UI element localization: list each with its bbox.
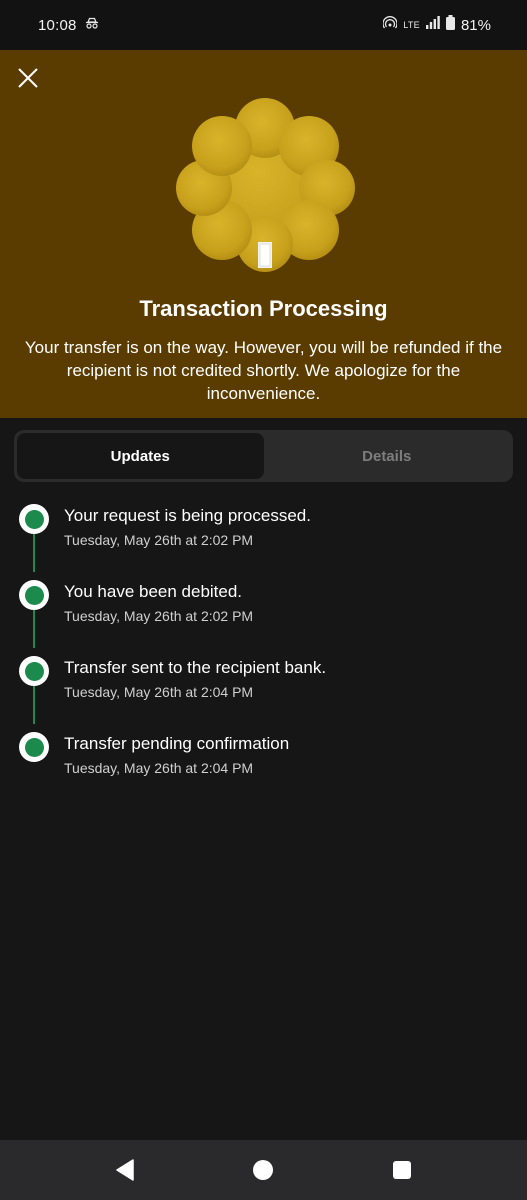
signal-icon xyxy=(425,16,440,34)
timeline-item: Transfer sent to the recipient bank. Tue… xyxy=(0,654,527,714)
close-icon xyxy=(18,68,38,88)
timeline-item-time: Tuesday, May 26th at 2:04 PM xyxy=(64,760,254,776)
processing-badge-icon xyxy=(172,96,358,274)
timeline-item-title: Transfer pending confirmation xyxy=(64,734,290,753)
timeline-item: Transfer pending confirmation Tuesday, M… xyxy=(0,730,527,790)
back-icon xyxy=(116,1159,134,1181)
incognito-icon xyxy=(85,16,99,34)
status-time: 10:08 xyxy=(38,16,77,34)
segment-tabs: Updates Details xyxy=(14,430,513,482)
timeline-check-icon xyxy=(19,504,49,534)
status-bar-right: LTE 81% xyxy=(382,15,491,35)
tab-updates[interactable]: Updates xyxy=(17,433,264,479)
timeline-check-icon xyxy=(19,580,49,610)
close-button[interactable] xyxy=(14,64,42,92)
home-icon xyxy=(253,1160,273,1180)
timeline-item-time: Tuesday, May 26th at 2:02 PM xyxy=(64,608,254,624)
timeline-check-icon xyxy=(19,732,49,762)
back-button[interactable] xyxy=(113,1158,137,1182)
page-title: Transaction Processing xyxy=(139,296,388,321)
transaction-description: Your transfer is on the way. However, yo… xyxy=(24,338,503,403)
timeline-check-icon xyxy=(19,656,49,686)
timeline-item-title: Your request is being processed. xyxy=(64,506,311,525)
timeline-item-time: Tuesday, May 26th at 2:02 PM xyxy=(64,532,254,548)
recents-button[interactable] xyxy=(390,1158,414,1182)
battery-percent: 81% xyxy=(460,16,491,34)
tab-details[interactable]: Details xyxy=(264,433,511,479)
system-nav-bar xyxy=(0,1140,527,1200)
timeline-item-time: Tuesday, May 26th at 2:04 PM xyxy=(64,684,254,700)
timeline-item: You have been debited. Tuesday, May 26th… xyxy=(0,578,527,638)
battery-icon xyxy=(445,15,455,35)
home-button[interactable] xyxy=(251,1158,275,1182)
timeline-item-title: You have been debited. xyxy=(64,582,243,601)
recents-icon xyxy=(393,1161,411,1179)
status-bar-left: 10:08 xyxy=(38,16,99,34)
timeline-item: Your request is being processed. Tuesday… xyxy=(0,502,527,562)
timeline-item-title: Transfer sent to the recipient bank. xyxy=(64,658,327,677)
transaction-header: Transaction Processing Your transfer is … xyxy=(0,50,527,418)
status-bar: 10:08 LTE 81% xyxy=(0,0,527,50)
network-type: LTE xyxy=(403,20,420,30)
hotspot-icon xyxy=(382,15,398,35)
